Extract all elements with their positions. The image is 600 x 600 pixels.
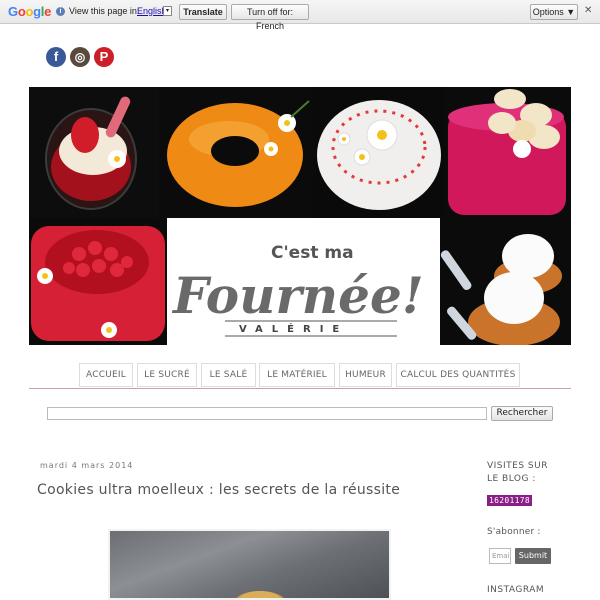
nav-item-le-sale[interactable]: LE SALÉ [201, 363, 256, 387]
chevron-down-icon[interactable]: ▾ [163, 6, 172, 16]
submit-button[interactable]: Submit [515, 548, 551, 564]
translate-button[interactable]: Translate [179, 4, 227, 20]
choux-pastry-image [440, 218, 571, 345]
facebook-icon[interactable]: f [46, 47, 66, 67]
visits-title-line2: LE BLOG : [487, 474, 536, 484]
subscribe-title: S'abonner : [487, 527, 541, 537]
post-title[interactable]: Cookies ultra moelleux : les secrets de … [37, 482, 400, 498]
donut-cake-image [159, 87, 314, 218]
nav-item-le-sucre[interactable]: LE SUCRÉ [137, 363, 197, 387]
logo-top-text: C'est ma [271, 243, 354, 263]
instagram-icon[interactable]: ◎ [70, 47, 90, 67]
nav-item-accueil[interactable]: ACCUEIL [79, 363, 133, 387]
visits-title-line1: VISITES SUR [487, 461, 548, 471]
search-button[interactable]: Rechercher [491, 406, 553, 421]
view-page-text: View this page in: [69, 6, 140, 16]
nav-item-humeur[interactable]: HUMEUR [339, 363, 392, 387]
post-image[interactable] [108, 529, 391, 600]
search-input[interactable] [47, 407, 487, 420]
instagram-title: INSTAGRAM [487, 585, 545, 595]
logo-graphic: C'est ma Fournée! VALÉRIE [171, 243, 424, 337]
close-icon[interactable]: ✕ [584, 6, 594, 16]
blog-header-banner[interactable]: C'est ma Fournée! VALÉRIE [29, 87, 571, 345]
nav-divider [29, 388, 571, 389]
pinterest-icon[interactable]: P [94, 47, 114, 67]
visits-counter: 16201178 [487, 495, 532, 506]
pink-cake-image [444, 87, 571, 218]
info-icon: i [56, 7, 65, 16]
blog-logo: C'est ma Fournée! VALÉRIE [167, 218, 440, 345]
post-date: mardi 4 mars 2014 [40, 461, 134, 470]
options-button[interactable]: Options ▼ [530, 4, 578, 20]
verrine-image [29, 87, 159, 218]
nav-item-le-materiel[interactable]: LE MATÉRIEL [259, 363, 335, 387]
email-field[interactable]: Email [489, 548, 511, 564]
turn-off-button[interactable]: Turn off for: French [231, 4, 309, 31]
raspberry-cake-image [29, 218, 167, 345]
google-logo: Google [8, 4, 52, 19]
translate-bar: Google i View this page in: English ▾ Tr… [0, 0, 600, 31]
logo-sub-text: VALÉRIE [239, 322, 348, 335]
logo-main-text: Fournée! [171, 266, 424, 325]
nav-item-calcul-des-quantites[interactable]: CALCUL DES QUANTITÉS [396, 363, 520, 387]
white-flower-cake-image [314, 87, 444, 218]
cookie-photo [236, 591, 284, 598]
